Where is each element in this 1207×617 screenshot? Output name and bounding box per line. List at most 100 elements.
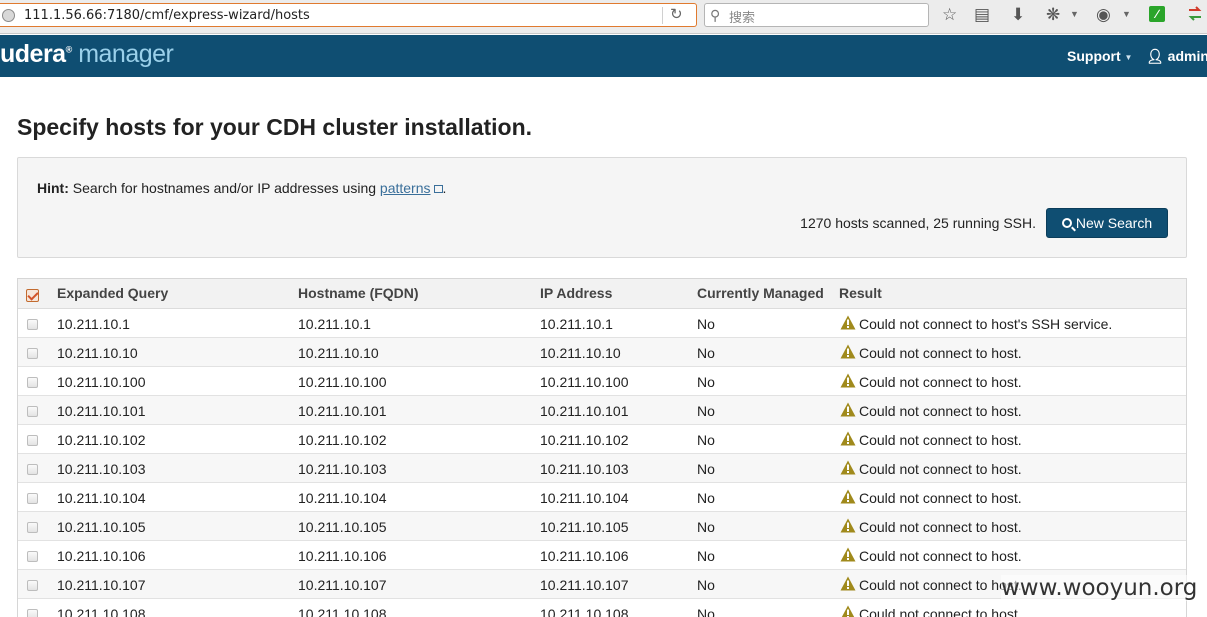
cell-result: Could not connect to host. <box>859 461 1022 477</box>
cell-currently-managed: No <box>697 577 715 593</box>
row-checkbox[interactable] <box>27 435 38 446</box>
cell-hostname: 10.211.10.108 <box>298 606 387 617</box>
table-row: 10.211.10.105 10.211.10.105 10.211.10.105 N… <box>18 512 1186 541</box>
new-search-button[interactable]: New Search <box>1046 208 1168 238</box>
cell-currently-managed: No <box>697 548 715 564</box>
cell-result: Could not connect to host's SSH service. <box>859 316 1113 332</box>
support-menu[interactable]: Support ▼ <box>1067 48 1132 64</box>
table-row: 10.211.10.106 10.211.10.106 10.211.10.106 N… <box>18 541 1186 570</box>
cell-hostname: 10.211.10.105 <box>298 519 387 535</box>
external-link-icon[interactable] <box>433 185 443 193</box>
chevron-down-icon: ▼ <box>1124 52 1133 62</box>
cell-currently-managed: No <box>697 461 715 477</box>
cell-result: Could not connect to host. <box>859 345 1022 361</box>
patterns-link[interactable]: patterns <box>380 180 431 196</box>
app-header: udera® manager Support ▼ 👤︎ admin <box>0 35 1207 77</box>
cell-expanded-query: 10.211.10.101 <box>57 403 146 419</box>
column-header-ip-address[interactable]: IP Address <box>540 285 612 301</box>
cell-hostname: 10.211.10.103 <box>298 461 387 477</box>
search-icon <box>1061 218 1072 228</box>
column-header-result[interactable]: Result <box>839 285 882 301</box>
cell-currently-managed: No <box>697 432 715 448</box>
cell-hostname: 10.211.10.100 <box>298 374 387 390</box>
table-row: 10.211.10.100 10.211.10.100 10.211.10.100 N… <box>18 367 1186 396</box>
table-row: 10.211.10.103 10.211.10.103 10.211.10.103 N… <box>18 454 1186 483</box>
row-checkbox[interactable] <box>27 406 38 417</box>
cell-ip-address: 10.211.10.104 <box>540 490 629 506</box>
extension-dropdown-icon[interactable]: ▼ <box>1070 9 1079 19</box>
cell-expanded-query: 10.211.10.1 <box>57 316 130 332</box>
table-row: 10.211.10.104 10.211.10.104 10.211.10.104 N… <box>18 483 1186 512</box>
column-header-expanded-query[interactable]: Expanded Query <box>57 285 168 301</box>
cell-ip-address: 10.211.10.105 <box>540 519 629 535</box>
browser-search-placeholder[interactable]: 搜索 <box>729 7 755 26</box>
cell-ip-address: 10.211.10.103 <box>540 461 629 477</box>
cell-result: Could not connect to host. <box>859 403 1022 419</box>
warning-icon <box>840 373 856 388</box>
table-row: 10.211.10.101 10.211.10.101 10.211.10.101 N… <box>18 396 1186 425</box>
cell-hostname: 10.211.10.101 <box>298 403 387 419</box>
logo-text-main: udera <box>0 40 66 68</box>
cell-hostname: 10.211.10.104 <box>298 490 387 506</box>
cell-hostname: 10.211.10.106 <box>298 548 387 564</box>
row-checkbox[interactable] <box>27 377 38 388</box>
cell-ip-address: 10.211.10.108 <box>540 606 629 617</box>
watermark: www.wooyun.org <box>1001 575 1198 601</box>
cell-hostname: 10.211.10.1 <box>298 316 371 332</box>
cell-ip-address: 10.211.10.1 <box>540 316 613 332</box>
cell-expanded-query: 10.211.10.102 <box>57 432 146 448</box>
warning-icon <box>840 431 856 446</box>
table-row: 10.211.10.10 10.211.10.10 10.211.10.10 No Co… <box>18 338 1186 367</box>
browser-search-input[interactable]: ⚲ 搜索 <box>704 3 929 27</box>
warning-icon <box>840 402 856 417</box>
cell-currently-managed: No <box>697 345 715 361</box>
proxy-extension-icon[interactable]: ◉ <box>1096 5 1111 25</box>
row-checkbox[interactable] <box>27 551 38 562</box>
warning-icon <box>840 576 856 591</box>
scan-status: 1270 hosts scanned, 25 running SSH. <box>800 215 1036 231</box>
cell-expanded-query: 10.211.10.106 <box>57 548 146 564</box>
user-menu-label: admin <box>1167 48 1207 64</box>
cell-currently-managed: No <box>697 403 715 419</box>
hint-line: Hint: Search for hostnames and/or IP add… <box>37 180 446 196</box>
search-icon: ⚲ <box>710 7 721 23</box>
cell-result: Could not connect to host. <box>859 519 1022 535</box>
reload-icon[interactable]: ↻ <box>670 5 683 23</box>
download-icon[interactable]: ⬇ <box>1011 5 1025 25</box>
bookmark-star-icon[interactable]: ☆ <box>942 5 957 25</box>
hint-label: Hint: <box>37 180 69 196</box>
warning-icon <box>840 315 856 330</box>
green-extension-icon[interactable]: ∕ <box>1149 6 1165 22</box>
cloudera-manager-logo[interactable]: udera® manager <box>0 40 174 69</box>
cell-ip-address: 10.211.10.102 <box>540 432 629 448</box>
row-checkbox[interactable] <box>27 319 38 330</box>
row-checkbox[interactable] <box>27 348 38 359</box>
table-header: Expanded Query Hostname (FQDN) IP Addres… <box>18 279 1186 309</box>
table-row: 10.211.10.1 10.211.10.1 10.211.10.1 No Could… <box>18 309 1186 338</box>
row-checkbox[interactable] <box>27 522 38 533</box>
user-menu[interactable]: 👤︎ admin <box>1146 48 1207 65</box>
select-all-checkbox[interactable] <box>26 289 39 302</box>
row-checkbox[interactable] <box>27 580 38 591</box>
address-bar[interactable]: 111.1.56.66:7180/cmf/express-wizard/host… <box>0 3 697 27</box>
site-identity-icon[interactable] <box>2 9 15 22</box>
row-checkbox[interactable] <box>27 464 38 475</box>
sync-arrows-icon[interactable] <box>1187 4 1203 24</box>
extension-icon[interactable]: ❋ <box>1046 5 1060 25</box>
cell-result: Could not connect to host. <box>859 548 1022 564</box>
warning-icon <box>840 547 856 562</box>
column-header-currently-managed[interactable]: Currently Managed <box>697 285 824 301</box>
column-header-hostname[interactable]: Hostname (FQDN) <box>298 285 419 301</box>
page-title: Specify hosts for your CDH cluster insta… <box>17 114 533 140</box>
cell-hostname: 10.211.10.107 <box>298 577 387 593</box>
row-checkbox[interactable] <box>27 493 38 504</box>
address-bar-url[interactable]: 111.1.56.66:7180/cmf/express-wizard/host… <box>24 8 310 23</box>
cell-currently-managed: No <box>697 606 715 617</box>
row-checkbox[interactable] <box>27 609 38 617</box>
proxy-dropdown-icon[interactable]: ▼ <box>1122 9 1131 19</box>
reading-list-icon[interactable]: ▤ <box>974 5 990 25</box>
cell-currently-managed: No <box>697 316 715 332</box>
cell-expanded-query: 10.211.10.103 <box>57 461 146 477</box>
support-menu-label: Support <box>1067 48 1121 64</box>
warning-icon <box>840 460 856 475</box>
